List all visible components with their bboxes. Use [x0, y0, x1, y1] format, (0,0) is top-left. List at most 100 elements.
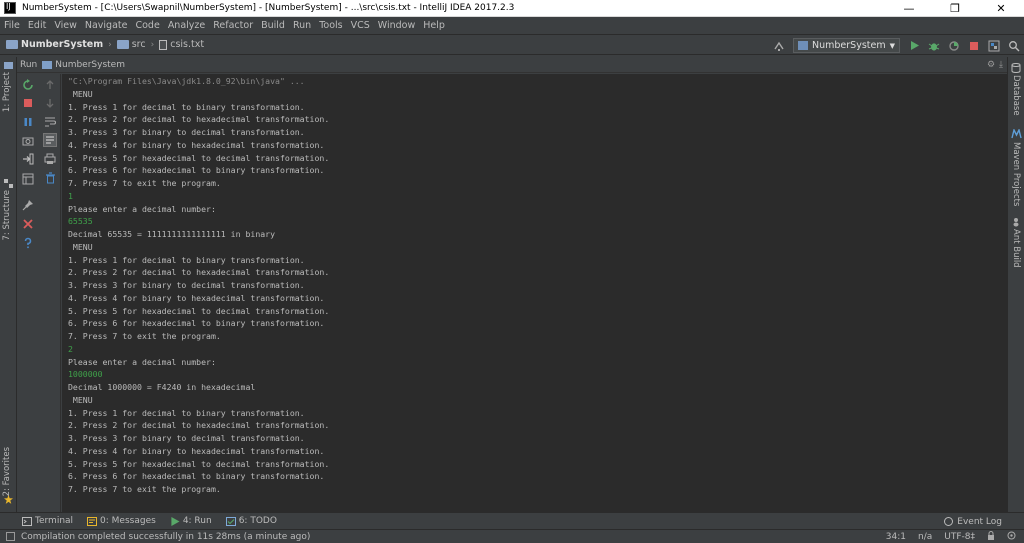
- close-button[interactable]: ✕: [978, 0, 1024, 17]
- run-window-tools: ⚙ ⤓: [983, 57, 1003, 73]
- console-line: 1. Press 1 for decimal to binary transfo…: [68, 407, 305, 418]
- rerun-icon[interactable]: [21, 78, 35, 92]
- project-folder-icon: [6, 40, 18, 49]
- text-file-icon: [159, 39, 168, 50]
- file-encoding[interactable]: UTF-8‡: [944, 532, 975, 542]
- status-toggle-icon[interactable]: [6, 532, 15, 541]
- status-right: 34:1 n/a UTF-8‡: [874, 530, 1016, 543]
- chevron-down-icon: ▼: [889, 41, 895, 50]
- console-line: MENU: [68, 241, 93, 252]
- project-structure-icon[interactable]: [987, 39, 1001, 53]
- menu-view[interactable]: View: [54, 20, 77, 31]
- build-icon[interactable]: [772, 39, 786, 53]
- menu-code[interactable]: Code: [135, 20, 159, 31]
- console-line: MENU: [68, 88, 93, 99]
- database-icon: [1011, 63, 1021, 73]
- camera-icon[interactable]: [21, 134, 35, 148]
- tab-terminal[interactable]: Terminal: [22, 516, 73, 526]
- status-bar: Compilation completed successfully in 11…: [0, 529, 1024, 543]
- pause-icon[interactable]: [21, 115, 35, 129]
- search-icon[interactable]: [1007, 39, 1021, 53]
- login-icon[interactable]: [21, 152, 35, 166]
- console-line: 4. Press 4 for binary to hexadecimal tra…: [68, 445, 325, 456]
- tab-database[interactable]: Database: [1011, 75, 1021, 116]
- coverage-icon[interactable]: [947, 39, 961, 53]
- run-toolbar: NumberSystem ▼: [769, 35, 1024, 56]
- console-line: 2. Press 2 for decimal to hexadecimal tr…: [68, 267, 330, 278]
- scroll-to-end-icon[interactable]: [43, 133, 57, 147]
- console-line: 5. Press 5 for hexadecimal to decimal tr…: [68, 305, 330, 316]
- menu-refactor[interactable]: Refactor: [213, 20, 253, 31]
- console-line: Decimal 1000000 = F4240 in hexadecimal: [68, 382, 256, 392]
- menu-file[interactable]: File: [4, 20, 20, 31]
- breadcrumb-file[interactable]: csis.txt: [159, 39, 204, 50]
- arrow-down-icon[interactable]: [43, 96, 57, 110]
- tab-project[interactable]: 1: Project: [2, 72, 12, 112]
- maximize-button[interactable]: ❐: [932, 0, 978, 17]
- pin-icon[interactable]: [21, 198, 35, 212]
- messages-icon: [87, 516, 98, 526]
- console-output[interactable]: "C:\Program Files\Java\jdk1.8.0_92\bin\j…: [62, 74, 1007, 512]
- debug-icon[interactable]: [927, 39, 941, 53]
- gear-icon[interactable]: ⚙: [987, 60, 995, 70]
- tab-run[interactable]: 4: Run: [170, 516, 212, 526]
- breadcrumb-src[interactable]: src: [116, 39, 146, 50]
- console-line: 6. Press 6 for hexadecimal to binary tra…: [68, 318, 325, 329]
- console-line: Please enter a decimal number:: [68, 203, 216, 214]
- menu-build[interactable]: Build: [261, 20, 285, 31]
- menu-window[interactable]: Window: [378, 20, 415, 31]
- close-icon[interactable]: [21, 217, 35, 231]
- help-icon[interactable]: [21, 236, 35, 250]
- caret-position[interactable]: 34:1: [886, 532, 906, 542]
- run-tab-numbersystem[interactable]: NumberSystem: [55, 60, 125, 70]
- menu-edit[interactable]: Edit: [28, 20, 46, 31]
- tab-ant-build[interactable]: Ant Build: [1011, 229, 1021, 268]
- tab-messages[interactable]: 0: Messages: [87, 516, 156, 526]
- soft-wrap-icon[interactable]: [43, 115, 57, 129]
- tab-terminal-label: Terminal: [35, 516, 74, 526]
- breadcrumb-project[interactable]: NumberSystem: [6, 39, 103, 50]
- minimize-button[interactable]: —: [886, 0, 932, 17]
- tab-structure[interactable]: 7: Structure: [2, 190, 12, 241]
- tab-maven-projects[interactable]: Maven Projects: [1011, 142, 1021, 206]
- console-actions-toolbar: [39, 74, 61, 512]
- title-bar: NumberSystem - [C:\Users\Swapnil\NumberS…: [0, 0, 1024, 17]
- stop-icon[interactable]: [21, 96, 35, 110]
- ide-window: NumberSystem - [C:\Users\Swapnil\NumberS…: [0, 0, 1024, 543]
- menu-tools[interactable]: Tools: [319, 20, 342, 31]
- line-separator[interactable]: n/a: [918, 532, 932, 542]
- tab-event-log[interactable]: Event Log: [944, 513, 1002, 530]
- stop-icon[interactable]: [967, 39, 981, 53]
- arrow-up-icon[interactable]: [43, 78, 57, 92]
- console-line: "C:\Program Files\Java\jdk1.8.0_92\bin\j…: [68, 76, 305, 86]
- console-line: 7. Press 7 to exit the program.: [68, 178, 221, 188]
- console-line: 7. Press 7 to exit the program.: [68, 331, 221, 341]
- run-icon[interactable]: [907, 39, 921, 53]
- layout-icon[interactable]: [21, 172, 35, 186]
- structure-icon: [4, 179, 13, 188]
- run-configuration-dropdown[interactable]: NumberSystem ▼: [793, 38, 900, 53]
- src-folder-icon: [116, 40, 129, 49]
- menu-analyze[interactable]: Analyze: [168, 20, 205, 31]
- run-window-header: Run NumberSystem ⚙ ⤓: [17, 57, 1007, 73]
- hide-window-icon[interactable]: ⤓: [999, 60, 1003, 70]
- console-user-input: 1000000: [68, 369, 103, 380]
- breadcrumb-project-label: NumberSystem: [21, 39, 104, 50]
- trash-icon[interactable]: [43, 171, 57, 185]
- console-line: 1. Press 1 for decimal to binary transfo…: [68, 254, 305, 265]
- print-icon[interactable]: [43, 152, 57, 166]
- menu-run[interactable]: Run: [293, 20, 311, 31]
- lock-icon[interactable]: [987, 531, 995, 543]
- tab-favorites[interactable]: 2: Favorites: [2, 447, 12, 496]
- inspector-icon[interactable]: [1007, 531, 1016, 543]
- menu-navigate[interactable]: Navigate: [85, 20, 128, 31]
- star-icon: [4, 495, 13, 504]
- ant-icon: [1013, 218, 1019, 227]
- menu-help[interactable]: Help: [423, 20, 445, 31]
- window-title: NumberSystem - [C:\Users\Swapnil\NumberS…: [22, 3, 515, 13]
- run-configuration-label: NumberSystem: [812, 40, 886, 51]
- breadcrumb-src-label: src: [131, 39, 146, 50]
- menu-vcs[interactable]: VCS: [351, 20, 370, 31]
- tab-todo[interactable]: 6: TODO: [225, 516, 277, 526]
- maven-icon: [1011, 129, 1022, 139]
